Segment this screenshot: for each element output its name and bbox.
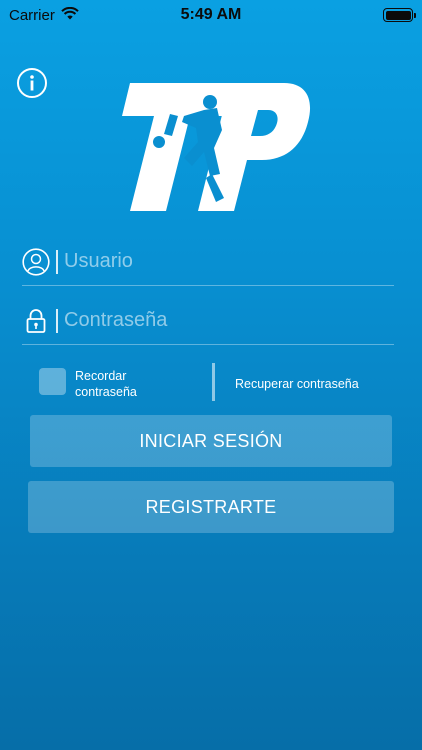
carrier-label: Carrier — [9, 6, 55, 24]
status-left: Carrier — [9, 6, 79, 24]
remember-password[interactable]: Recordar contraseña — [39, 368, 185, 400]
info-button[interactable] — [17, 68, 47, 98]
info-icon — [30, 75, 34, 91]
login-button[interactable]: INICIAR SESIÓN — [30, 415, 392, 467]
username-input[interactable] — [64, 250, 394, 273]
divider — [212, 363, 215, 401]
password-input[interactable] — [64, 309, 394, 332]
tp-logo — [112, 78, 312, 216]
battery-icon — [383, 8, 416, 22]
remember-checkbox[interactable] — [39, 368, 66, 395]
lock-icon — [22, 307, 50, 335]
password-field[interactable] — [22, 297, 394, 345]
user-icon — [22, 247, 50, 276]
username-cursor — [56, 249, 58, 274]
wifi-icon — [61, 6, 79, 24]
remember-label: Recordar contraseña — [75, 369, 137, 399]
recover-password-link[interactable]: Recuperar contraseña — [235, 377, 359, 391]
password-cursor — [56, 308, 58, 333]
status-bar: Carrier 5:49 AM — [0, 0, 422, 30]
username-field[interactable] — [22, 238, 394, 286]
register-button[interactable]: REGISTRARTE — [28, 481, 394, 533]
